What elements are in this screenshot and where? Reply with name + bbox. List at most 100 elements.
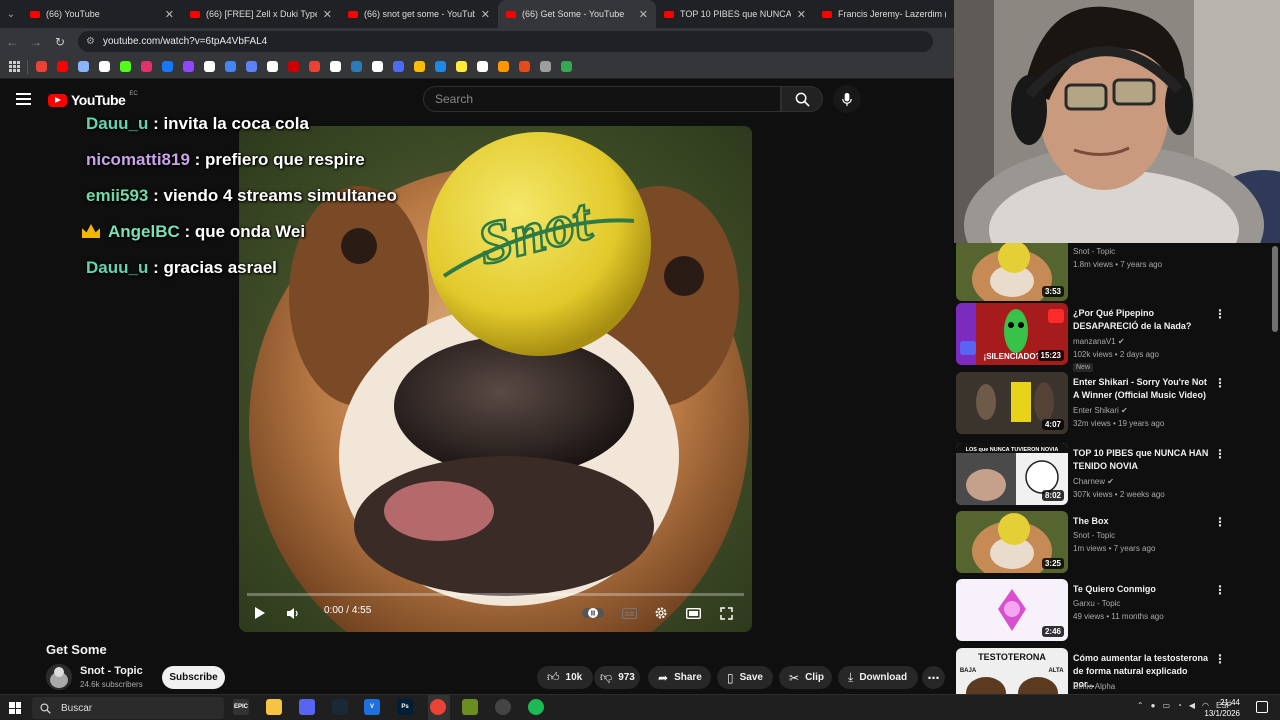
- windows-start-icon[interactable]: [9, 702, 21, 714]
- autoplay-toggle[interactable]: [582, 602, 604, 624]
- address-bar[interactable]: ⚙ youtube.com/watch?v=6tpA4VbFAL4: [78, 31, 933, 52]
- channel-avatar[interactable]: [46, 664, 72, 690]
- search-button[interactable]: [781, 86, 823, 112]
- bookmark-favicon-icon[interactable]: [75, 59, 91, 75]
- epic-games-icon[interactable]: EPIC: [233, 699, 249, 715]
- more-options-icon[interactable]: ⋮: [1214, 447, 1226, 461]
- close-icon[interactable]: ✕: [323, 8, 332, 21]
- bookmark-favicon-icon[interactable]: [159, 59, 175, 75]
- taskbar-search-input[interactable]: Buscar: [32, 697, 224, 719]
- discord-icon[interactable]: [299, 699, 315, 715]
- video-thumbnail[interactable]: ¡SILENCIADO? 15:23: [956, 303, 1068, 365]
- bookmark-favicon-icon[interactable]: [537, 59, 553, 75]
- channel-name[interactable]: Snot - Topic: [80, 665, 143, 677]
- tray-network-icon[interactable]: ◔: [1177, 701, 1182, 710]
- browser-tab[interactable]: (66) YouTube ✕: [22, 0, 182, 28]
- recommended-channel[interactable]: Simio Alpha: [1073, 682, 1115, 691]
- bookmark-favicon-icon[interactable]: [117, 59, 133, 75]
- recommended-video[interactable]: 2:46 Te Quiero Conmigo Garxu - Topic 49 vie…: [956, 579, 1276, 643]
- photoshop-icon[interactable]: Ps: [397, 699, 413, 715]
- save-button[interactable]: ▯ Save: [717, 666, 773, 689]
- browser-tab[interactable]: (66) snot get some - YouTube ✕: [340, 0, 498, 28]
- close-icon[interactable]: ✕: [797, 8, 806, 21]
- more-options-icon[interactable]: ⋮: [1214, 515, 1226, 529]
- bookmark-favicon-icon[interactable]: [222, 59, 238, 75]
- recommended-title[interactable]: ¿Por Qué Pipepino DESAPARECIÓ de la Nada…: [1073, 307, 1211, 333]
- video-thumbnail[interactable]: 3:53: [956, 243, 1068, 301]
- browser-tab[interactable]: Francis Jeremy- Lazerdim (Prod: [814, 0, 954, 28]
- file-explorer-icon[interactable]: [266, 699, 282, 715]
- more-options-icon[interactable]: ⋮: [1214, 652, 1226, 666]
- recommended-channel[interactable]: Snot - Topic: [1073, 247, 1115, 256]
- bookmark-favicon-icon[interactable]: [33, 59, 49, 75]
- browser-tab[interactable]: (66) Get Some - YouTube ✕: [498, 0, 656, 28]
- tray-expand-icon[interactable]: ⌃: [1137, 701, 1144, 710]
- taskbar-clock[interactable]: 21:44 13/1/2026: [1204, 697, 1240, 719]
- bookmark-favicon-icon[interactable]: [369, 59, 385, 75]
- spotify-icon[interactable]: [528, 699, 544, 715]
- download-button[interactable]: ⤓ Download: [838, 666, 918, 689]
- video-thumbnail[interactable]: 2:46: [956, 579, 1068, 641]
- bookmark-favicon-icon[interactable]: [516, 59, 532, 75]
- bookmark-favicon-icon[interactable]: [54, 59, 70, 75]
- tray-mic-icon[interactable]: ●: [1151, 701, 1156, 710]
- browser-tab[interactable]: TOP 10 PIBES que NUNCA HAN ✕: [656, 0, 814, 28]
- notifications-icon[interactable]: [1256, 701, 1268, 713]
- theater-mode-button[interactable]: [682, 602, 704, 624]
- recommended-channel[interactable]: Snot - Topic: [1073, 531, 1115, 540]
- more-options-icon[interactable]: ⋮: [1214, 307, 1226, 321]
- recommended-video[interactable]: LOS que NUNCA TUVIERON NOVIA 8:02 TOP 10 P…: [956, 443, 1276, 507]
- bookmark-favicon-icon[interactable]: [138, 59, 154, 75]
- more-options-icon[interactable]: ⋮: [1214, 376, 1226, 390]
- video-thumbnail[interactable]: TESTOTERONA BAJA ALTA: [956, 648, 1068, 694]
- subscribe-button[interactable]: Subscribe: [162, 666, 225, 689]
- recommended-video[interactable]: 3:53 Snot - Topic 1.8m views • 7 years ago…: [956, 243, 1276, 303]
- close-icon[interactable]: ✕: [481, 8, 490, 21]
- close-icon[interactable]: ✕: [165, 8, 174, 21]
- recommended-channel[interactable]: Charnew ✔: [1073, 477, 1114, 486]
- bookmark-favicon-icon[interactable]: [327, 59, 343, 75]
- app-icon[interactable]: [462, 699, 478, 715]
- bookmark-favicon-icon[interactable]: [432, 59, 448, 75]
- video-thumbnail[interactable]: 3:25: [956, 511, 1068, 573]
- bookmark-favicon-icon[interactable]: [495, 59, 511, 75]
- bookmark-favicon-icon[interactable]: [243, 59, 259, 75]
- steam-icon[interactable]: [332, 699, 348, 715]
- bookmark-favicon-icon[interactable]: [348, 59, 364, 75]
- more-actions-button[interactable]: ⋯: [922, 666, 945, 689]
- apps-grid-icon[interactable]: [6, 59, 22, 75]
- close-icon[interactable]: ✕: [639, 8, 648, 21]
- voice-search-button[interactable]: [833, 85, 861, 113]
- recommended-title[interactable]: Te Quiero Conmigo: [1073, 583, 1211, 596]
- recommended-channel[interactable]: manzanaV1 ✔: [1073, 337, 1125, 346]
- tab-search-icon[interactable]: ⌄: [0, 0, 22, 28]
- obs-icon[interactable]: [495, 699, 511, 715]
- bookmark-favicon-icon[interactable]: [411, 59, 427, 75]
- share-button[interactable]: ➦ Share: [648, 666, 711, 689]
- youtube-logo[interactable]: YouTube EC: [48, 91, 138, 108]
- bookmark-favicon-icon[interactable]: [201, 59, 217, 75]
- chrome-icon[interactable]: [430, 699, 446, 715]
- bookmark-favicon-icon[interactable]: [264, 59, 280, 75]
- more-options-icon[interactable]: ⋮: [1214, 583, 1226, 597]
- volume-button[interactable]: [282, 602, 304, 624]
- like-button[interactable]: 👍︎ 10k: [537, 666, 593, 689]
- bookmark-favicon-icon[interactable]: [306, 59, 322, 75]
- recommended-video[interactable]: 3:25 The Box Snot - Topic 1m views • 7 year…: [956, 511, 1276, 575]
- recommended-title[interactable]: Enter Shikari - Sorry You're Not A Winne…: [1073, 376, 1211, 402]
- bookmark-favicon-icon[interactable]: [180, 59, 196, 75]
- video-thumbnail[interactable]: LOS que NUNCA TUVIERON NOVIA 8:02: [956, 443, 1068, 505]
- search-input[interactable]: Search: [423, 86, 781, 112]
- bookmark-favicon-icon[interactable]: [285, 59, 301, 75]
- sidebar-scrollbar[interactable]: [1272, 246, 1278, 332]
- tray-display-icon[interactable]: ▭: [1162, 701, 1170, 710]
- bookmark-favicon-icon[interactable]: [558, 59, 574, 75]
- clip-button[interactable]: ✂ Clip: [779, 666, 832, 689]
- recommended-title[interactable]: The Box: [1073, 515, 1211, 528]
- subtitles-button[interactable]: [618, 602, 640, 624]
- bookmark-favicon-icon[interactable]: [453, 59, 469, 75]
- browser-tab[interactable]: (66) [FREE] Zell x Duki Type Bea ✕: [182, 0, 340, 28]
- recommended-channel[interactable]: Garxu - Topic: [1073, 599, 1120, 608]
- vegas-icon[interactable]: V: [364, 699, 380, 715]
- recommended-video[interactable]: ¡SILENCIADO? 15:23 ¿Por Qué Pipepino DESAP…: [956, 303, 1276, 372]
